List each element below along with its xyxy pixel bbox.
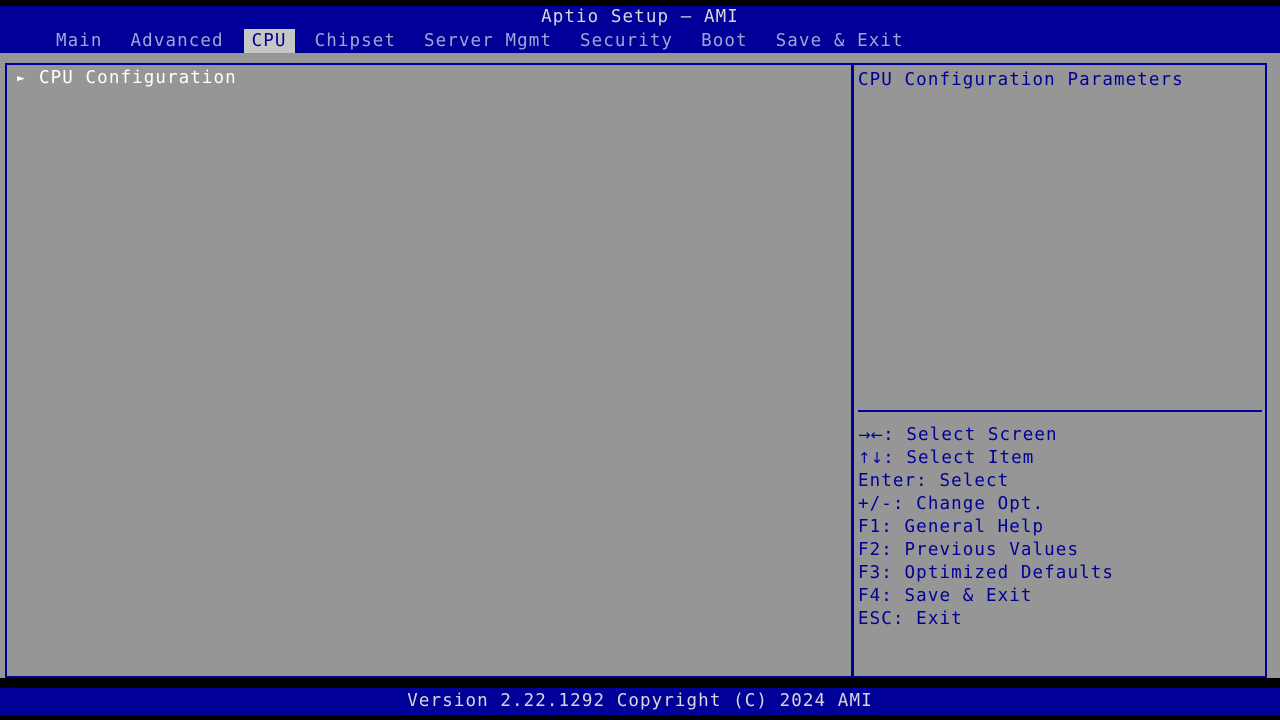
key-legend-text: F4: Save & Exit (858, 586, 1033, 606)
bios-setup-screen: Aptio Setup – AMI Main Advanced CPU Chipset… (0, 0, 1280, 720)
key-legend-row: F2: Previous Values (858, 539, 1262, 562)
menu-spacer (681, 41, 693, 42)
key-legend-text: ESC: Exit (858, 609, 963, 629)
key-legend-row: ESC: Exit (858, 608, 1262, 631)
page-title: Aptio Setup – AMI (541, 7, 739, 27)
key-legend-row: F1: General Help (858, 516, 1262, 539)
arrow-keys-icon: →← (858, 426, 884, 444)
menu-spacer (560, 41, 572, 42)
menu-tab-server-mgmt[interactable]: Server Mgmt (416, 29, 560, 53)
menu-tab-main[interactable]: Main (48, 29, 111, 53)
key-legend-row: +/-: Change Opt. (858, 493, 1262, 516)
key-legend-row: F3: Optimized Defaults (858, 562, 1262, 585)
setting-row[interactable]: ► CPU Configuration (9, 67, 849, 90)
setting-label: CPU Configuration (39, 68, 237, 88)
help-separator (858, 410, 1262, 412)
menu-tab-save-exit[interactable]: Save & Exit (768, 29, 912, 53)
menu-spacer (232, 41, 244, 42)
key-legend-list: →←: Select Screen ↑↓: Select Item Enter: S… (858, 424, 1262, 631)
menu-tab-advanced[interactable]: Advanced (123, 29, 232, 53)
help-description: CPU Configuration Parameters (858, 70, 1184, 90)
menu-spacer (404, 41, 416, 42)
key-legend-row: ↑↓: Select Item (858, 447, 1262, 470)
key-legend-text: : Select Screen (883, 425, 1058, 445)
key-legend-row: Enter: Select (858, 470, 1262, 493)
help-pane: CPU Configuration Parameters →←: Select … (858, 67, 1262, 674)
panel-divider (851, 63, 854, 678)
key-legend-text: Enter: Select (858, 471, 1010, 491)
key-legend-text: F1: General Help (858, 517, 1045, 537)
menu-tab-security[interactable]: Security (572, 29, 681, 53)
arrow-keys-icon: ↑↓ (858, 449, 884, 467)
content-area: ► CPU Configuration CPU Configuration Par… (0, 53, 1280, 678)
version-text: Version 2.22.1292 Copyright (C) 2024 AMI (407, 691, 873, 711)
menu-spacer (295, 41, 307, 42)
key-legend-text: F3: Optimized Defaults (858, 563, 1114, 583)
settings-list: ► CPU Configuration (9, 67, 849, 674)
menu-spacer (111, 41, 123, 42)
key-legend-text: : Select Item (883, 448, 1035, 468)
menu-spacer (756, 41, 768, 42)
menu-tab-boot[interactable]: Boot (693, 29, 756, 53)
main-menu-bar: Main Advanced CPU Chipset Server Mgmt Securit… (0, 29, 1280, 53)
submenu-triangle-icon: ► (17, 71, 25, 86)
menu-tab-cpu[interactable]: CPU (243, 29, 295, 53)
menu-tab-chipset[interactable]: Chipset (307, 29, 404, 53)
key-legend-row: →←: Select Screen (858, 424, 1262, 447)
key-legend-text: +/-: Change Opt. (858, 494, 1045, 514)
key-legend-text: F2: Previous Values (858, 540, 1080, 560)
key-legend-row: F4: Save & Exit (858, 585, 1262, 608)
